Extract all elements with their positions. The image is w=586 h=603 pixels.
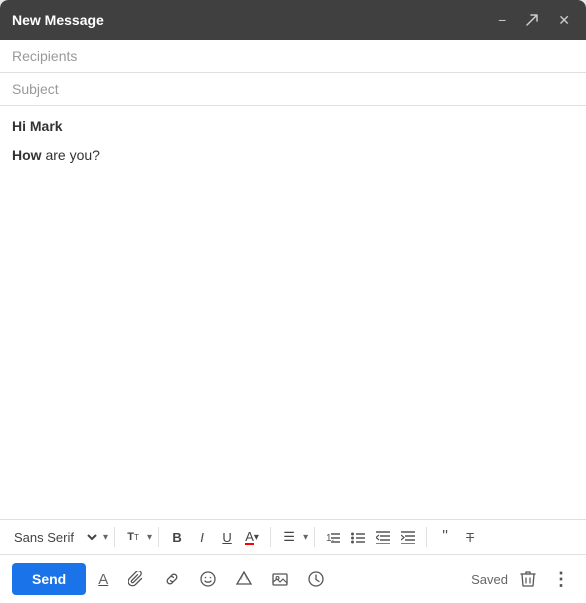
trash-icon bbox=[520, 570, 536, 588]
link-button[interactable] bbox=[160, 567, 184, 591]
trash-button[interactable] bbox=[516, 566, 540, 592]
indent-more-icon bbox=[401, 530, 415, 544]
attachment-button[interactable] bbox=[124, 567, 148, 591]
font-size-arrow: ▾ bbox=[147, 532, 152, 543]
font-size-button[interactable]: TT bbox=[121, 527, 145, 547]
bulleted-list-button[interactable] bbox=[346, 526, 370, 548]
indent-more-button[interactable] bbox=[396, 526, 420, 548]
numbered-list-icon: 1. bbox=[326, 530, 340, 544]
title-bar: New Message − ✕ bbox=[0, 0, 586, 40]
recipients-input[interactable] bbox=[12, 48, 574, 64]
bold-button[interactable]: B bbox=[165, 526, 189, 549]
align-arrow: ▾ bbox=[303, 532, 308, 543]
send-button[interactable]: Send bbox=[12, 563, 86, 595]
bottom-icons: A bbox=[94, 567, 463, 592]
list-group: 1. bbox=[321, 526, 420, 548]
body-greeting: Hi Mark bbox=[12, 116, 574, 137]
indent-less-button[interactable] bbox=[371, 526, 395, 548]
body-question: How are you? bbox=[12, 145, 574, 166]
sep-1 bbox=[114, 527, 115, 547]
body-area[interactable]: Hi Mark How are you? bbox=[0, 106, 586, 519]
compose-window: New Message − ✕ Hi Mark How are you? San bbox=[0, 0, 586, 603]
photos-icon bbox=[272, 571, 288, 587]
subject-row bbox=[0, 73, 586, 106]
close-button[interactable]: ✕ bbox=[554, 10, 574, 31]
underline-button[interactable]: U bbox=[215, 526, 239, 549]
bulleted-list-icon bbox=[351, 530, 365, 544]
emoji-button[interactable] bbox=[196, 567, 220, 591]
quote-group: " T bbox=[433, 524, 482, 550]
saved-label: Saved bbox=[471, 572, 508, 587]
body-rest: are you? bbox=[42, 147, 100, 163]
bottom-bar: Send A bbox=[0, 555, 586, 603]
sep-4 bbox=[314, 527, 315, 547]
sep-3 bbox=[270, 527, 271, 547]
more-options-button[interactable]: ⋮ bbox=[548, 565, 574, 594]
drive-button[interactable] bbox=[232, 567, 256, 591]
window-title: New Message bbox=[12, 12, 104, 28]
indent-less-icon bbox=[376, 530, 390, 544]
align-group: ☰ ▾ bbox=[277, 525, 308, 549]
sep-5 bbox=[426, 527, 427, 547]
scheduled-send-icon bbox=[308, 571, 324, 587]
numbered-list-button[interactable]: 1. bbox=[321, 526, 345, 548]
font-family-group: Sans Serif Serif Monospace ▾ bbox=[8, 527, 108, 548]
font-family-arrow: ▾ bbox=[103, 532, 108, 543]
attachment-icon bbox=[128, 571, 144, 587]
minimize-button[interactable]: − bbox=[494, 10, 510, 30]
text-color-button[interactable]: A▾ bbox=[240, 526, 264, 549]
drive-icon bbox=[236, 571, 252, 587]
subject-input[interactable] bbox=[12, 81, 574, 97]
text-format-group: B I U A▾ bbox=[165, 526, 264, 549]
align-button[interactable]: ☰ bbox=[277, 525, 301, 549]
format-text-icon: A bbox=[98, 571, 108, 588]
italic-button[interactable]: I bbox=[190, 526, 214, 549]
sep-2 bbox=[158, 527, 159, 547]
formatting-toolbar: Sans Serif Serif Monospace ▾ TT ▾ B I U … bbox=[0, 519, 586, 555]
emoji-icon bbox=[200, 571, 216, 587]
font-family-select[interactable]: Sans Serif Serif Monospace bbox=[8, 527, 100, 548]
recipients-row bbox=[0, 40, 586, 73]
body-how: How bbox=[12, 147, 42, 163]
format-text-button[interactable]: A bbox=[94, 567, 112, 592]
scheduled-send-button[interactable] bbox=[304, 567, 328, 591]
title-bar-controls: − ✕ bbox=[494, 10, 574, 31]
font-size-group: TT ▾ bbox=[121, 527, 152, 547]
photos-button[interactable] bbox=[268, 567, 292, 591]
clear-formatting-button[interactable]: T bbox=[458, 526, 482, 549]
blockquote-button[interactable]: " bbox=[433, 524, 457, 550]
link-icon bbox=[164, 571, 180, 587]
expand-button[interactable] bbox=[522, 12, 542, 28]
saved-area: Saved ⋮ bbox=[471, 565, 574, 594]
